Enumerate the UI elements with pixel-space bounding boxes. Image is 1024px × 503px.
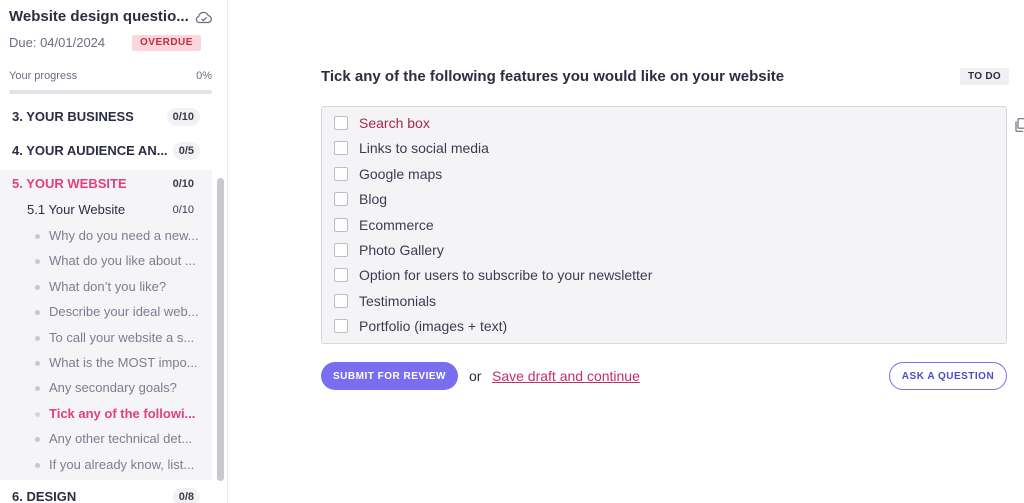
bullet-dot-icon xyxy=(35,336,40,341)
question-title: Tick any of the following features you w… xyxy=(321,68,785,85)
option-social-media[interactable]: Links to social media xyxy=(334,138,934,160)
checkbox[interactable] xyxy=(334,294,348,308)
question-item[interactable]: Any other technical det... xyxy=(0,426,212,451)
status-badge: TO DO xyxy=(960,68,1009,85)
cloud-sync-icon[interactable] xyxy=(195,10,213,24)
option-label: Portfolio (images + text) xyxy=(359,318,508,334)
option-google-maps[interactable]: Google maps xyxy=(334,164,934,186)
section-design[interactable]: 6. DESIGN 0/8 xyxy=(0,484,212,503)
subsection-your-website[interactable]: 5.1 Your Website 0/10 xyxy=(0,197,212,223)
or-separator: or xyxy=(469,368,482,384)
section-label: 5. YOUR WEBSITE xyxy=(12,176,127,191)
question-item[interactable]: Describe your ideal web... xyxy=(0,299,212,324)
section-count: 0/5 xyxy=(172,142,200,160)
bullet-dot-icon xyxy=(35,361,40,366)
question-item[interactable]: Why do you need a new... xyxy=(0,223,212,248)
option-portfolio[interactable]: Portfolio (images + text) xyxy=(334,316,934,338)
section-your-website[interactable]: 5. YOUR WEBSITE 0/10 xyxy=(0,171,212,197)
question-item-current[interactable]: Tick any of the followi... xyxy=(0,401,212,426)
question-item[interactable]: What don’t you like? xyxy=(0,274,212,299)
question-label: What is the MOST impo... xyxy=(49,355,198,370)
copy-icon[interactable] xyxy=(1015,118,1024,132)
option-label: Links to social media xyxy=(359,140,489,156)
bullet-dot-icon xyxy=(35,386,40,391)
subsection-label: 5.1 Your Website xyxy=(27,202,126,217)
section-label: 3. YOUR BUSINESS xyxy=(12,109,134,124)
checkbox[interactable] xyxy=(334,192,348,206)
overdue-badge: OVERDUE xyxy=(132,35,201,51)
subsection-count: 0/10 xyxy=(172,204,194,216)
question-item[interactable]: What do you like about ... xyxy=(0,248,212,273)
section-label: 4. YOUR AUDIENCE AN... xyxy=(12,143,168,158)
option-newsletter[interactable]: Option for users to subscribe to your ne… xyxy=(334,265,934,287)
bullet-dot-icon xyxy=(35,437,40,442)
bullet-dot-icon xyxy=(35,412,40,417)
question-label: Why do you need a new... xyxy=(49,228,199,243)
bullet-dot-icon xyxy=(35,310,40,315)
section-label: 6. DESIGN xyxy=(12,489,77,503)
progress-label: Your progress xyxy=(9,70,78,82)
option-testimonials[interactable]: Testimonials xyxy=(334,291,934,313)
project-header: Website design questio... Due: 04/01/202… xyxy=(0,0,227,108)
question-label: Any secondary goals? xyxy=(49,380,177,395)
checkbox[interactable] xyxy=(334,141,348,155)
checkbox[interactable] xyxy=(334,243,348,257)
option-label: Google maps xyxy=(359,166,443,182)
section-count: 0/8 xyxy=(172,488,200,503)
checkbox[interactable] xyxy=(334,268,348,282)
due-date: Due: 04/01/2024 xyxy=(9,35,106,50)
option-label: Photo Gallery xyxy=(359,242,444,258)
bullet-dot-icon xyxy=(35,234,40,239)
options-list: Search box Links to social media Google … xyxy=(321,106,1007,344)
bullet-dot-icon xyxy=(35,285,40,290)
question-label: What do you like about ... xyxy=(49,253,196,268)
save-draft-link[interactable]: Save draft and continue xyxy=(492,368,640,384)
question-item[interactable]: What is the MOST impo... xyxy=(0,350,212,375)
sidebar: 3. YOUR BUSINESS 0/10 4. YOUR AUDIENCE A… xyxy=(0,0,228,503)
question-item[interactable]: To call your website a s... xyxy=(0,325,212,350)
option-label: Option for users to subscribe to your ne… xyxy=(359,267,653,283)
progress-bar xyxy=(9,90,212,94)
question-label: Tick any of the followi... xyxy=(49,406,196,421)
option-photo-gallery[interactable]: Photo Gallery xyxy=(334,240,934,262)
question-label: Any other technical det... xyxy=(49,431,193,446)
question-item[interactable]: Any secondary goals? xyxy=(0,375,212,400)
section-count: 0/10 xyxy=(172,178,194,190)
option-search-box[interactable]: Search box xyxy=(334,113,934,135)
checkbox[interactable] xyxy=(334,319,348,333)
sidebar-scrollbar[interactable] xyxy=(217,178,224,481)
question-label: Describe your ideal web... xyxy=(49,304,199,319)
checkbox[interactable] xyxy=(334,218,348,232)
submit-for-review-button[interactable]: SUBMIT FOR REVIEW xyxy=(321,362,458,390)
checkbox[interactable] xyxy=(334,167,348,181)
bullet-dot-icon xyxy=(35,463,40,468)
option-label: Testimonials xyxy=(359,293,437,309)
section-count: 0/10 xyxy=(166,108,200,126)
bullet-dot-icon xyxy=(35,259,40,264)
option-label: Blog xyxy=(359,191,388,207)
project-title: Website design questio... xyxy=(9,8,189,25)
option-ecommerce[interactable]: Ecommerce xyxy=(334,215,934,237)
question-label: If you already know, list... xyxy=(49,457,195,472)
section-your-audience[interactable]: 4. YOUR AUDIENCE AN... 0/5 xyxy=(0,138,212,164)
option-label: Search box xyxy=(359,115,430,131)
progress-percent: 0% xyxy=(196,70,212,82)
checkbox[interactable] xyxy=(334,116,348,130)
question-label: To call your website a s... xyxy=(49,330,195,345)
question-label: What don’t you like? xyxy=(49,279,167,294)
question-item[interactable]: If you already know, list... xyxy=(0,452,212,477)
ask-question-button[interactable]: ASK A QUESTION xyxy=(889,362,1007,390)
option-label: Ecommerce xyxy=(359,217,434,233)
option-blog[interactable]: Blog xyxy=(334,189,934,211)
